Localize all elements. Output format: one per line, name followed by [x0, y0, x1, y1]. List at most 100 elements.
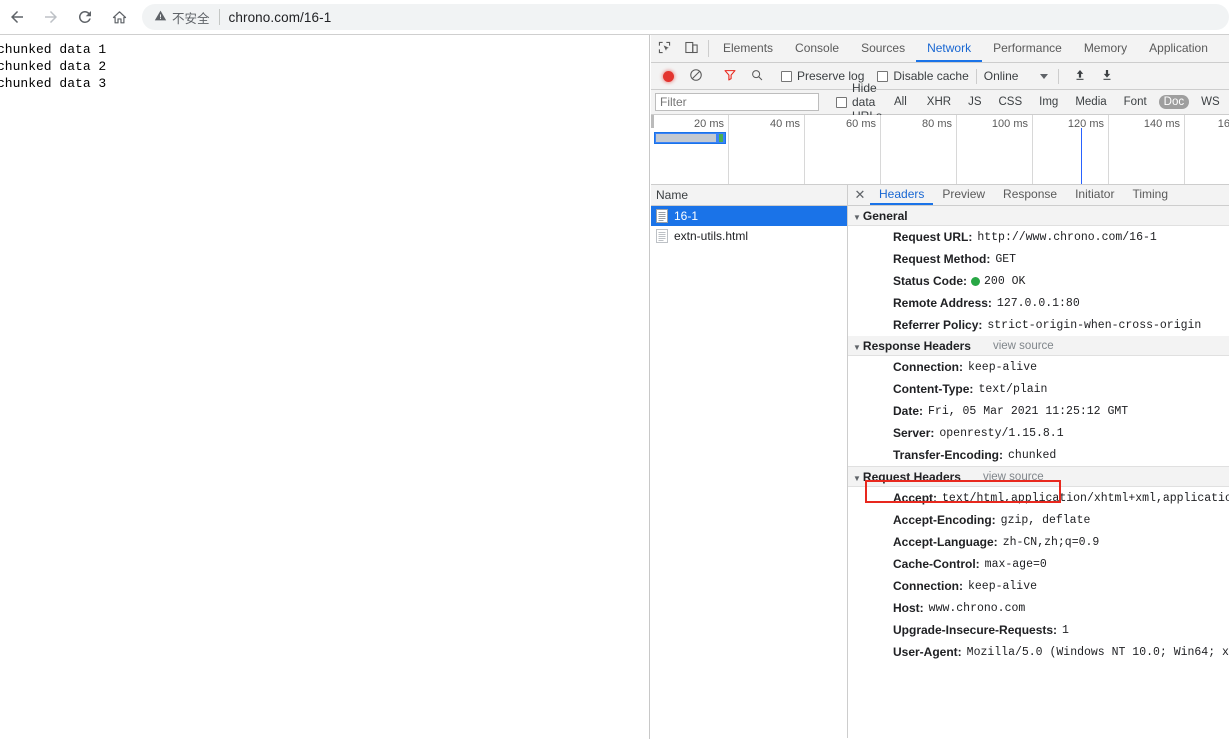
waterfall-download-segment [719, 134, 723, 142]
throttling-select[interactable]: Online [984, 69, 1049, 83]
header-value: text/plain [978, 383, 1047, 396]
details-tab-headers[interactable]: Headers [870, 185, 933, 205]
header-value: 200 OK [984, 275, 1025, 288]
security-indicator[interactable]: 不安全 [154, 9, 220, 25]
export-har-button[interactable] [1093, 68, 1120, 85]
tab-network[interactable]: Network [916, 35, 982, 62]
waterfall-wait-segment [656, 134, 716, 142]
request-headers-section-header[interactable]: ▼Request Headers view source [848, 467, 1229, 487]
header-row-request-method: Request Method: GET [848, 248, 1229, 270]
header-name: Remote Address: [893, 296, 992, 310]
disable-cache-checkbox[interactable]: Disable cache [877, 69, 968, 83]
close-details-button[interactable]: ✕ [850, 185, 870, 205]
header-value: strict-origin-when-cross-origin [987, 319, 1201, 332]
header-row-accept: Accept: text/html,application/xhtml+xml,… [848, 487, 1229, 509]
toolbar-divider [708, 40, 709, 57]
request-view-source-link[interactable]: view source [983, 471, 1044, 483]
toolbar-divider-5 [1058, 69, 1059, 84]
header-name: Transfer-Encoding: [893, 448, 1003, 462]
tab-application[interactable]: Application [1138, 35, 1219, 62]
clear-log-button[interactable] [682, 68, 709, 85]
filter-button[interactable] [716, 68, 743, 85]
type-filter-js[interactable]: JS [963, 95, 986, 109]
type-filter-css[interactable]: CSS [994, 95, 1028, 109]
type-filter-doc[interactable]: Doc [1159, 95, 1189, 109]
request-list: Name [651, 185, 848, 738]
record-button[interactable] [655, 71, 682, 82]
details-tab-response[interactable]: Response [994, 185, 1066, 205]
header-row-server: Server: openresty/1.15.8.1 [848, 422, 1229, 444]
overview-gridline-120 [1108, 115, 1109, 184]
browser-toolbar: 不安全 chrono.com/16-1 [0, 0, 1229, 35]
overview-tick-label-140: 140 ms [1144, 118, 1184, 130]
general-section-title: General [863, 209, 908, 223]
header-value: chunked [1008, 449, 1056, 462]
back-button[interactable] [0, 0, 34, 34]
general-section-header[interactable]: ▼General [848, 206, 1229, 226]
overview-tick-label-80: 80 ms [922, 118, 956, 130]
header-value: openresty/1.15.8.1 [939, 427, 1063, 440]
request-row-extn-utils[interactable]: extn-utils.html [651, 226, 847, 246]
header-row-upgrade-insecure-requests: Upgrade-Insecure-Requests: 1 [848, 619, 1229, 641]
header-name: Date: [893, 404, 923, 418]
request-headers-title: Request Headers [863, 470, 961, 484]
response-headers-section-header[interactable]: ▼Response Headers view source [848, 336, 1229, 356]
tab-performance[interactable]: Performance [982, 35, 1073, 62]
details-tabstrip: ✕ Headers Preview Response Initiator Tim… [848, 185, 1229, 206]
inspect-element-icon [657, 40, 672, 58]
import-har-icon [1073, 68, 1087, 85]
record-stop-icon [663, 71, 674, 82]
header-name: Accept-Language: [893, 535, 998, 549]
tab-sources[interactable]: Sources [850, 35, 916, 62]
request-row-16-1[interactable]: 16-1 [651, 206, 847, 226]
reload-button[interactable] [68, 0, 102, 34]
header-name: Content-Type: [893, 382, 973, 396]
type-filter-ws[interactable]: WS [1196, 95, 1225, 109]
device-toolbar-icon [684, 40, 699, 58]
close-icon: ✕ [855, 187, 866, 203]
request-list-column-header[interactable]: Name [651, 185, 847, 206]
page-viewport: chunked data 1 chunked data 2 chunked da… [0, 35, 650, 739]
details-tab-timing[interactable]: Timing [1123, 185, 1177, 205]
inspect-element-button[interactable] [651, 35, 678, 62]
header-name: User-Agent: [893, 645, 962, 659]
type-filter-img[interactable]: Img [1034, 95, 1063, 109]
header-row-accept-language: Accept-Language: zh-CN,zh;q=0.9 [848, 531, 1229, 553]
url-text: chrono.com/16-1 [229, 10, 332, 25]
clear-network-log-icon [689, 68, 703, 85]
throttling-value: Online [984, 69, 1019, 83]
forward-button[interactable] [34, 0, 68, 34]
header-row-content-type: Content-Type: text/plain [848, 378, 1229, 400]
device-toolbar-button[interactable] [678, 35, 705, 62]
chevron-down-icon [1040, 74, 1048, 79]
request-waterfall-bar [654, 132, 726, 144]
response-view-source-link[interactable]: view source [993, 340, 1054, 352]
overview-gridline-60 [880, 115, 881, 184]
overview-tick-label-120: 120 ms [1068, 118, 1108, 130]
header-row-transfer-encoding: Transfer-Encoding: chunked [848, 444, 1229, 466]
header-value: 1 [1062, 624, 1069, 637]
overview-left-edge [651, 115, 654, 128]
home-icon [111, 9, 128, 26]
details-tab-preview[interactable]: Preview [933, 185, 994, 205]
request-details-pane: ✕ Headers Preview Response Initiator Tim… [848, 185, 1229, 738]
tab-elements[interactable]: Elements [712, 35, 784, 62]
overview-tick-label-160: 16 [1218, 118, 1229, 130]
header-name: Accept-Encoding: [893, 513, 996, 527]
import-har-button[interactable] [1066, 68, 1093, 85]
filter-input[interactable] [655, 93, 819, 111]
type-filter-all[interactable]: All [889, 95, 912, 109]
home-button[interactable] [102, 0, 136, 34]
details-tab-initiator[interactable]: Initiator [1066, 185, 1123, 205]
address-bar[interactable]: 不安全 chrono.com/16-1 [142, 4, 1229, 30]
network-lower-pane: Name [651, 185, 1229, 738]
tab-memory[interactable]: Memory [1073, 35, 1138, 62]
type-filter-font[interactable]: Font [1119, 95, 1152, 109]
tab-console[interactable]: Console [784, 35, 850, 62]
network-overview-timeline[interactable]: 20 ms 40 ms 60 ms 80 ms 100 ms 120 ms 14… [651, 115, 1229, 185]
search-button[interactable] [743, 68, 770, 85]
header-name: Cache-Control: [893, 557, 980, 571]
network-filter-bar: Hide data URLs All XHR JS CSS Img Media … [651, 90, 1229, 115]
type-filter-xhr[interactable]: XHR [922, 95, 956, 109]
type-filter-media[interactable]: Media [1070, 95, 1111, 109]
